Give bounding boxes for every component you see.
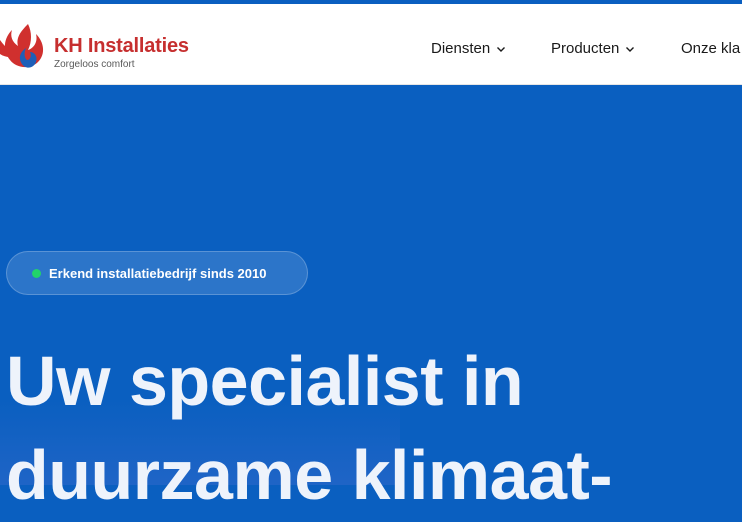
nav-item-producten[interactable]: Producten	[551, 40, 635, 57]
badge-text: Erkend installatiebedrijf sinds 2010	[49, 266, 267, 281]
hero-title-line2: duurzame klimaat-	[6, 436, 613, 514]
chevron-down-icon	[497, 46, 506, 52]
site-header: KH Installaties Zorgeloos comfort Dienst…	[0, 4, 742, 85]
brand-tagline: Zorgeloos comfort	[54, 59, 135, 70]
certification-badge: Erkend installatiebedrijf sinds 2010	[6, 251, 308, 295]
nav-item-label: Diensten	[431, 40, 491, 57]
nav-item-label: Producten	[551, 40, 620, 57]
main-nav: Diensten Producten Onze kla	[0, 40, 742, 60]
nav-item-label: Onze kla	[681, 40, 741, 57]
nav-item-diensten[interactable]: Diensten	[431, 40, 506, 57]
hero-title: Uw specialist in duurzame klimaat-	[6, 334, 742, 522]
nav-item-onze-klanten[interactable]: Onze kla	[681, 40, 740, 57]
chevron-down-icon	[626, 46, 635, 52]
status-dot-icon	[32, 269, 41, 278]
hero-title-line1: Uw specialist in	[6, 342, 524, 420]
